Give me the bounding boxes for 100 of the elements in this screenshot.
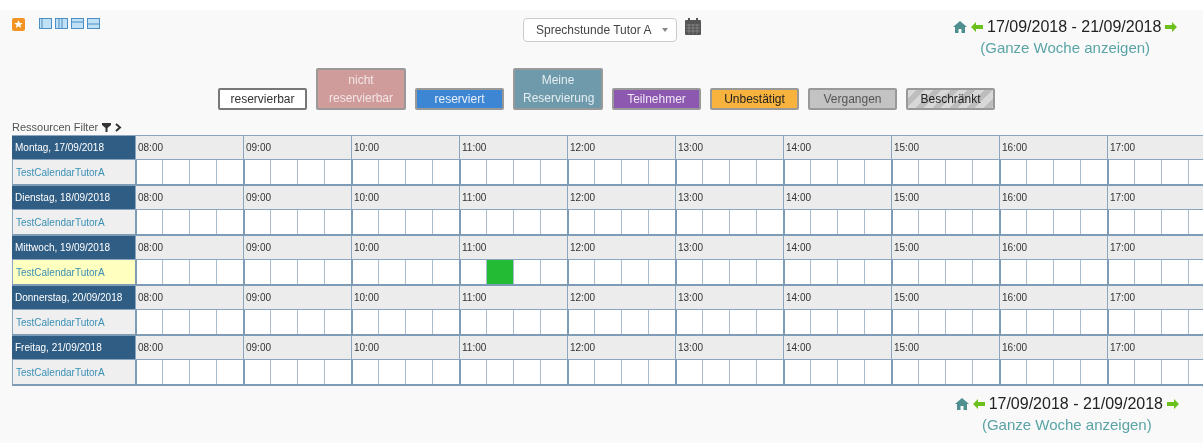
time-slot[interactable] <box>864 310 891 334</box>
time-slot[interactable] <box>675 310 702 334</box>
show-week-link[interactable]: (Ganze Woche anzeigen) <box>981 416 1152 433</box>
time-slot[interactable] <box>945 360 972 384</box>
time-slot[interactable] <box>567 360 594 384</box>
time-slot[interactable] <box>324 160 351 184</box>
time-slot[interactable] <box>540 210 567 234</box>
time-slot[interactable] <box>1161 160 1188 184</box>
time-slot[interactable] <box>837 260 864 284</box>
time-slot[interactable] <box>405 260 432 284</box>
time-slot[interactable] <box>162 360 189 384</box>
time-slot[interactable] <box>378 210 405 234</box>
time-slot[interactable] <box>783 260 810 284</box>
time-slot[interactable] <box>270 310 297 334</box>
time-slot[interactable] <box>540 260 567 284</box>
time-slot[interactable] <box>675 160 702 184</box>
time-slot[interactable] <box>243 360 270 384</box>
resource-name[interactable]: TestCalendarTutorA <box>12 310 135 334</box>
time-slot[interactable] <box>756 310 783 334</box>
time-slot[interactable] <box>783 310 810 334</box>
time-slot[interactable] <box>999 160 1026 184</box>
time-slot[interactable] <box>405 210 432 234</box>
time-slot[interactable] <box>1026 360 1053 384</box>
layout-icon[interactable] <box>71 18 84 29</box>
time-slot[interactable] <box>945 160 972 184</box>
time-slot[interactable] <box>486 310 513 334</box>
time-slot[interactable] <box>243 260 270 284</box>
time-slot[interactable] <box>324 360 351 384</box>
time-slot[interactable] <box>1134 360 1161 384</box>
resource-name[interactable]: TestCalendarTutorA <box>12 210 135 234</box>
time-slot[interactable] <box>1134 210 1161 234</box>
time-slot[interactable] <box>162 210 189 234</box>
time-slot[interactable] <box>864 360 891 384</box>
time-slot[interactable] <box>378 360 405 384</box>
time-slot[interactable] <box>378 310 405 334</box>
time-slot[interactable] <box>513 260 540 284</box>
time-slot[interactable] <box>972 260 999 284</box>
resource-name[interactable]: TestCalendarTutorA <box>12 160 135 184</box>
time-slot[interactable] <box>1134 310 1161 334</box>
time-slot[interactable] <box>1161 310 1188 334</box>
time-slot[interactable] <box>810 360 837 384</box>
time-slot[interactable] <box>162 310 189 334</box>
time-slot[interactable] <box>405 160 432 184</box>
time-slot[interactable] <box>702 160 729 184</box>
time-slot[interactable] <box>810 210 837 234</box>
time-slot[interactable] <box>270 360 297 384</box>
time-slot[interactable] <box>675 360 702 384</box>
time-slot[interactable] <box>162 160 189 184</box>
time-slot[interactable] <box>513 360 540 384</box>
show-week-link[interactable]: (Ganze Woche anzeigen) <box>980 39 1151 56</box>
time-slot[interactable] <box>1026 310 1053 334</box>
time-slot[interactable] <box>810 310 837 334</box>
layout-icon[interactable] <box>87 18 100 29</box>
time-slot[interactable] <box>621 360 648 384</box>
time-slot[interactable] <box>486 360 513 384</box>
time-slot[interactable] <box>351 360 378 384</box>
time-slot[interactable] <box>918 210 945 234</box>
time-slot[interactable] <box>891 210 918 234</box>
home-icon[interactable] <box>954 398 969 410</box>
time-slot[interactable] <box>324 210 351 234</box>
time-slot[interactable] <box>135 360 162 384</box>
time-slot[interactable] <box>918 260 945 284</box>
time-slot[interactable] <box>135 160 162 184</box>
time-slot[interactable] <box>756 360 783 384</box>
time-slot[interactable] <box>540 360 567 384</box>
time-slot[interactable] <box>1134 260 1161 284</box>
time-slot[interactable] <box>351 210 378 234</box>
time-slot[interactable] <box>864 160 891 184</box>
time-slot[interactable] <box>432 310 459 334</box>
time-slot[interactable] <box>1107 160 1134 184</box>
time-slot[interactable] <box>837 160 864 184</box>
time-slot[interactable] <box>999 210 1026 234</box>
time-slot[interactable] <box>486 210 513 234</box>
time-slot[interactable] <box>243 160 270 184</box>
time-slot[interactable] <box>702 360 729 384</box>
time-slot[interactable] <box>972 210 999 234</box>
time-slot[interactable] <box>378 260 405 284</box>
time-slot[interactable] <box>675 260 702 284</box>
time-slot[interactable] <box>432 210 459 234</box>
time-slot[interactable] <box>999 260 1026 284</box>
time-slot[interactable] <box>1161 360 1188 384</box>
time-slot[interactable] <box>540 160 567 184</box>
time-slot[interactable] <box>891 160 918 184</box>
time-slot[interactable] <box>351 310 378 334</box>
time-slot[interactable] <box>594 160 621 184</box>
next-arrow-icon[interactable] <box>1167 399 1179 409</box>
time-slot[interactable] <box>891 260 918 284</box>
time-slot[interactable] <box>405 360 432 384</box>
time-slot[interactable] <box>216 210 243 234</box>
time-slot[interactable] <box>972 160 999 184</box>
time-slot[interactable] <box>918 160 945 184</box>
time-slot[interactable] <box>945 210 972 234</box>
time-slot[interactable] <box>351 160 378 184</box>
time-slot[interactable] <box>243 210 270 234</box>
time-slot[interactable] <box>1053 260 1080 284</box>
time-slot[interactable] <box>594 310 621 334</box>
time-slot[interactable] <box>1080 260 1107 284</box>
time-slot[interactable] <box>756 210 783 234</box>
time-slot[interactable] <box>459 360 486 384</box>
time-slot[interactable] <box>567 310 594 334</box>
